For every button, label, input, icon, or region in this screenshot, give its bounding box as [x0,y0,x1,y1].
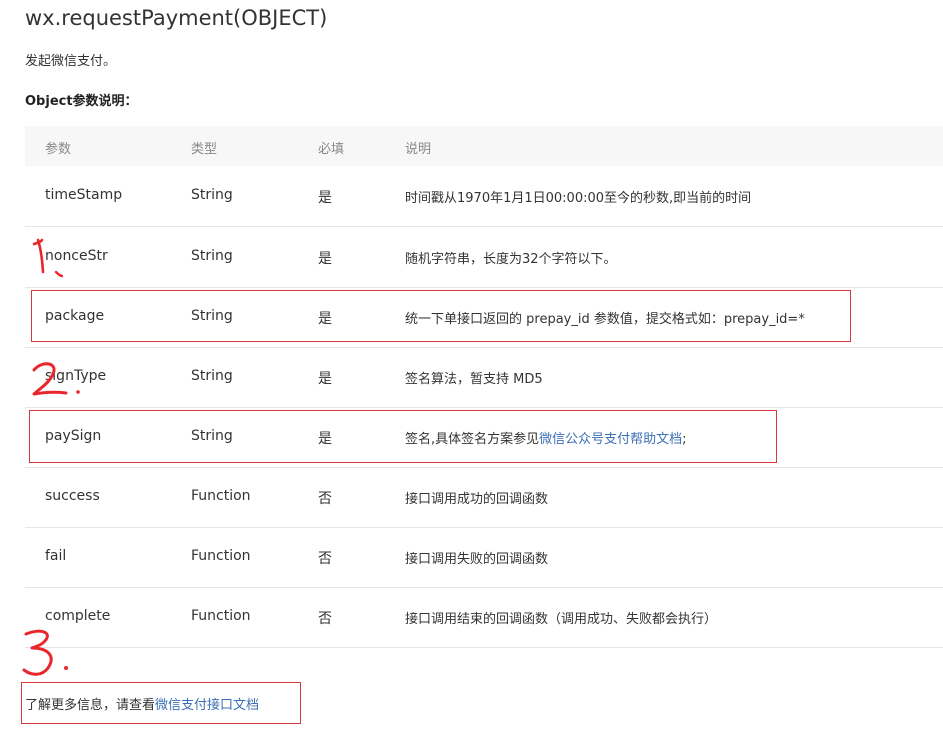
table-row: package String 是 统一下单接口返回的 prepay_id 参数值… [25,287,943,348]
param-required: 否 [318,551,332,567]
param-required: 是 [318,190,332,206]
more-info-note: 了解更多信息，请查看微信支付接口文档 [25,694,259,713]
param-type: String [191,428,233,444]
param-type: String [191,368,233,384]
page-description: 发起微信支付。 [25,54,117,69]
param-name: fail [45,548,67,564]
table-row: fail Function 否 接口调用失败的回调函数 [25,527,943,588]
param-type: Function [191,488,251,504]
table-row: timeStamp String 是 时间戳从1970年1月1日00:00:00… [25,166,943,227]
param-description: 接口调用成功的回调函数 [405,492,549,507]
param-name: nonceStr [45,248,108,264]
param-type: String [191,308,233,324]
param-name: signType [45,368,107,384]
header-required: 必填 [318,142,345,157]
param-description: 随机字符串，长度为32个字符以下。 [405,252,617,267]
param-name: timeStamp [45,187,123,203]
param-type: String [191,187,233,203]
table-row: success Function 否 接口调用成功的回调函数 [25,467,943,528]
param-description: 接口调用失败的回调函数 [405,552,549,567]
param-type: String [191,248,233,264]
param-description: 统一下单接口返回的 prepay_id 参数值，提交格式如：prepay_id=… [405,312,805,327]
description-suffix: ; [682,432,687,447]
more-info-prefix: 了解更多信息，请查看 [25,698,156,713]
description-prefix: 签名,具体签名方案参见 [405,432,540,447]
table-row: signType String 是 签名算法，暂支持 MD5 [25,347,943,408]
table-row: nonceStr String 是 随机字符串，长度为32个字符以下。 [25,227,943,288]
param-description: 签名,具体签名方案参见微信公众号支付帮助文档; [405,428,687,447]
param-name: paySign [45,428,102,444]
param-name: success [45,488,100,504]
param-name: package [45,308,105,324]
page-title: wx.requestPayment(OBJECT) [25,6,328,30]
pay-api-doc-link[interactable]: 微信支付接口文档 [155,698,259,713]
object-params-heading: Object参数说明： [25,94,138,109]
header-description: 说明 [405,142,432,157]
header-type: 类型 [191,142,218,157]
param-type: Function [191,548,251,564]
param-description: 签名算法，暂支持 MD5 [405,372,543,387]
table-header: 参数 类型 必填 说明 [25,126,943,166]
param-required: 是 [318,431,332,447]
param-description: 接口调用结束的回调函数（调用成功、失败都会执行） [405,612,718,627]
header-param: 参数 [45,142,72,157]
pay-help-doc-link[interactable]: 微信公众号支付帮助文档 [539,432,682,447]
table-row: paySign String 是 签名,具体签名方案参见微信公众号支付帮助文档; [25,407,943,468]
param-type: Function [191,608,251,624]
param-required: 否 [318,611,332,627]
param-description: 时间戳从1970年1月1日00:00:00至今的秒数,即当前的时间 [405,191,752,206]
param-required: 是 [318,311,332,327]
param-required: 是 [318,251,332,267]
param-name: complete [45,608,111,624]
param-required: 是 [318,371,332,387]
param-required: 否 [318,491,332,507]
table-row: complete Function 否 接口调用结束的回调函数（调用成功、失败都… [25,587,943,648]
